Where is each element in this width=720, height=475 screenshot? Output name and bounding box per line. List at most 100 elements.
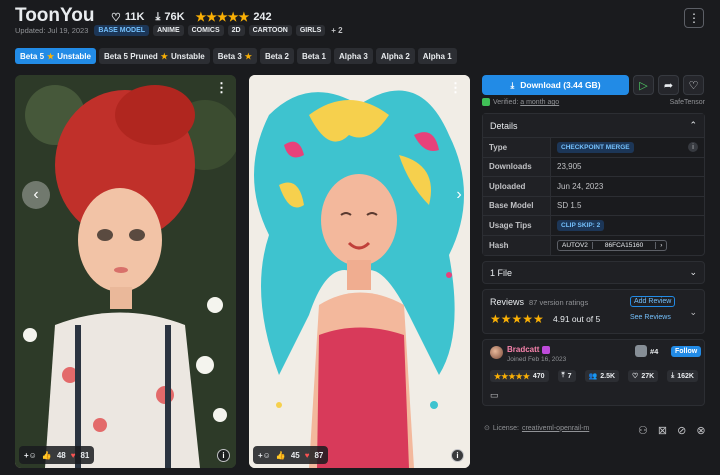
help-icon[interactable]: i — [688, 142, 698, 153]
rank-icon — [635, 345, 647, 357]
likes-count: 11K — [124, 11, 145, 23]
license-link[interactable]: creativeml-openrail-m — [522, 425, 589, 432]
version-tab[interactable]: Alpha 2 — [375, 48, 415, 64]
version-label: Alpha 1 — [422, 51, 452, 61]
downloads-chip: ⤓ 162K — [667, 370, 698, 382]
tag-badge[interactable]: GIRLS — [295, 25, 326, 36]
version-tab[interactable]: Beta 2 — [259, 48, 294, 64]
version-tab[interactable]: Beta 5 Pruned ★ Unstable — [98, 48, 210, 64]
detail-row-hash: Hash AUTOV2 86FCA15160 › — [483, 235, 704, 255]
creator-name[interactable]: Bradcatt — [507, 345, 539, 354]
hash-box[interactable]: AUTOV2 86FCA15160 › — [557, 239, 668, 251]
card-menu-icon[interactable]: ⋮ — [449, 80, 462, 96]
version-suffix: Unstable — [57, 51, 91, 61]
detail-key: Uploaded — [483, 177, 551, 196]
clip-skip-badge: CLIP SKIP: 2 — [557, 219, 605, 231]
creator-rating-count: 470 — [532, 372, 545, 380]
upload-icon: ⤒ — [561, 372, 565, 379]
follow-button[interactable]: Follow — [671, 346, 702, 357]
reviews-title: Reviews — [490, 297, 525, 307]
avatar[interactable] — [490, 346, 503, 359]
tag-badge[interactable]: CARTOON — [248, 25, 292, 36]
detail-key: Downloads — [483, 157, 551, 176]
detail-value: SD 1.5 — [557, 201, 582, 211]
star-icon: ★ — [47, 51, 55, 61]
no-image-icon: ⊠ — [657, 425, 668, 437]
license-prefix: License: — [492, 424, 519, 432]
details-header[interactable]: Details ⌃ — [483, 114, 704, 138]
thumbs-up-icon: 👍 — [275, 450, 286, 460]
like-count: 48 — [56, 450, 66, 460]
camera-icon[interactable]: ▭ — [490, 390, 499, 401]
chevron-right-icon[interactable]: › — [656, 242, 666, 249]
rating-stat[interactable]: ★★★★★ 242 — [196, 10, 272, 24]
verified-info: Verified: a month ago — [482, 98, 559, 106]
version-tab[interactable]: Alpha 3 — [333, 48, 373, 64]
license-icon: ⊙ — [484, 425, 490, 432]
no-sell-icon: ⊗ — [696, 425, 706, 437]
version-tab[interactable]: Beta 5 ★ Unstable — [15, 48, 96, 64]
info-icon[interactable]: i — [217, 449, 230, 462]
download-button[interactable]: ⤓ Download (3.44 GB) — [482, 75, 629, 95]
add-review-button[interactable]: Add Review — [630, 296, 676, 307]
reaction-bar[interactable]: +☺ 👍 45 ♥ 87 — [253, 446, 329, 464]
likes-chip: ♡ 27K — [628, 370, 659, 382]
license-row: ⊙ License: creativeml-openrail-m — [484, 424, 589, 433]
files-accordion[interactable]: 1 File ⌄ — [482, 261, 705, 284]
type-badge: CHECKPOINT MERGE — [557, 141, 634, 153]
more-options-button[interactable]: ⋮ — [684, 8, 704, 28]
tag-badge[interactable]: COMICS — [187, 25, 224, 36]
thumbs-up-icon: 👍 — [41, 450, 52, 460]
favorite-button[interactable]: ♡ — [683, 75, 704, 95]
verified-prefix: Verified: — [493, 98, 519, 106]
carousel-next-button[interactable]: › — [445, 181, 473, 209]
see-reviews-link[interactable]: See Reviews — [630, 314, 671, 321]
add-reaction-icon[interactable]: +☺ — [258, 451, 271, 460]
detail-row-uploaded: Uploaded Jun 24, 2023 — [483, 177, 704, 197]
more-tags-link[interactable]: + 2 — [331, 26, 342, 35]
model-sidebar: ⤓ Download (3.44 GB) ▷ ➦ ♡ Verified: a m… — [482, 75, 705, 406]
version-label: Beta 5 — [20, 51, 45, 61]
add-reaction-icon[interactable]: +☺ — [24, 451, 37, 460]
hash-value[interactable]: 86FCA15160 — [591, 241, 657, 249]
share-button[interactable]: ➦ — [658, 75, 679, 95]
review-score: 4.91 out of 5 — [553, 314, 601, 324]
verified-date-link[interactable]: a month ago — [520, 99, 559, 106]
download-row: ⤓ Download (3.44 GB) ▷ ➦ ♡ — [482, 75, 705, 95]
carousel-prev-button[interactable]: ‹ — [22, 181, 50, 209]
version-suffix: Unstable — [170, 51, 205, 61]
chevron-down-icon[interactable]: ⌄ — [689, 307, 697, 318]
rank-value: #4 — [650, 346, 659, 356]
detail-row-type: Type CHECKPOINT MERGE i — [483, 138, 704, 158]
version-tabs: Beta 5 ★ Unstable Beta 5 Pruned ★ Unstable B… — [15, 48, 457, 64]
star-icon: ★ — [244, 51, 252, 61]
tag-badge[interactable]: ANIME — [153, 25, 184, 36]
version-tab[interactable]: Beta 3 ★ — [212, 48, 257, 64]
star-rating-icon: ★★★★★ — [494, 371, 530, 381]
version-tab[interactable]: Beta 1 — [296, 48, 331, 64]
base-model-badge: BASE MODEL — [94, 25, 150, 36]
card-menu-icon[interactable]: ⋮ — [215, 80, 228, 96]
reviews-count: 87 version ratings — [529, 298, 589, 307]
detail-value: 23,905 — [557, 162, 582, 172]
reaction-bar[interactable]: +☺ 👍 48 ♥ 81 — [19, 446, 95, 464]
play-icon: ▷ — [639, 79, 648, 92]
creator-name-row[interactable]: Bradcatt — [507, 345, 551, 354]
gallery-image-card[interactable]: ⋮ +☺ 👍 45 ♥ 87 i — [249, 75, 470, 468]
download-label: Download (3.44 GB) — [520, 80, 601, 90]
followers-count: 2.5K — [600, 372, 616, 380]
detail-value: Jun 24, 2023 — [557, 181, 604, 191]
heart-outline-icon: ♡ — [632, 373, 639, 380]
version-label: Alpha 3 — [338, 51, 368, 61]
creator-card: Bradcatt Joined Feb 16, 2023 #4 Follow ★… — [482, 339, 705, 406]
info-icon[interactable]: i — [451, 449, 464, 462]
hash-algo-select[interactable]: AUTOV2 — [558, 242, 592, 249]
model-stats: ♡ 11K ⤓ 76K ★★★★★ 242 — [111, 10, 272, 24]
run-button[interactable]: ▷ — [633, 75, 654, 95]
gallery-image-card[interactable]: ⋮ +☺ 👍 48 ♥ 81 i — [15, 75, 236, 468]
detail-key: Usage Tips — [483, 216, 551, 235]
no-brush-icon: ⊘ — [677, 425, 687, 437]
version-tab[interactable]: Alpha 1 — [417, 48, 457, 64]
tag-badge[interactable]: 2D — [227, 25, 245, 36]
verified-icon — [482, 98, 490, 106]
